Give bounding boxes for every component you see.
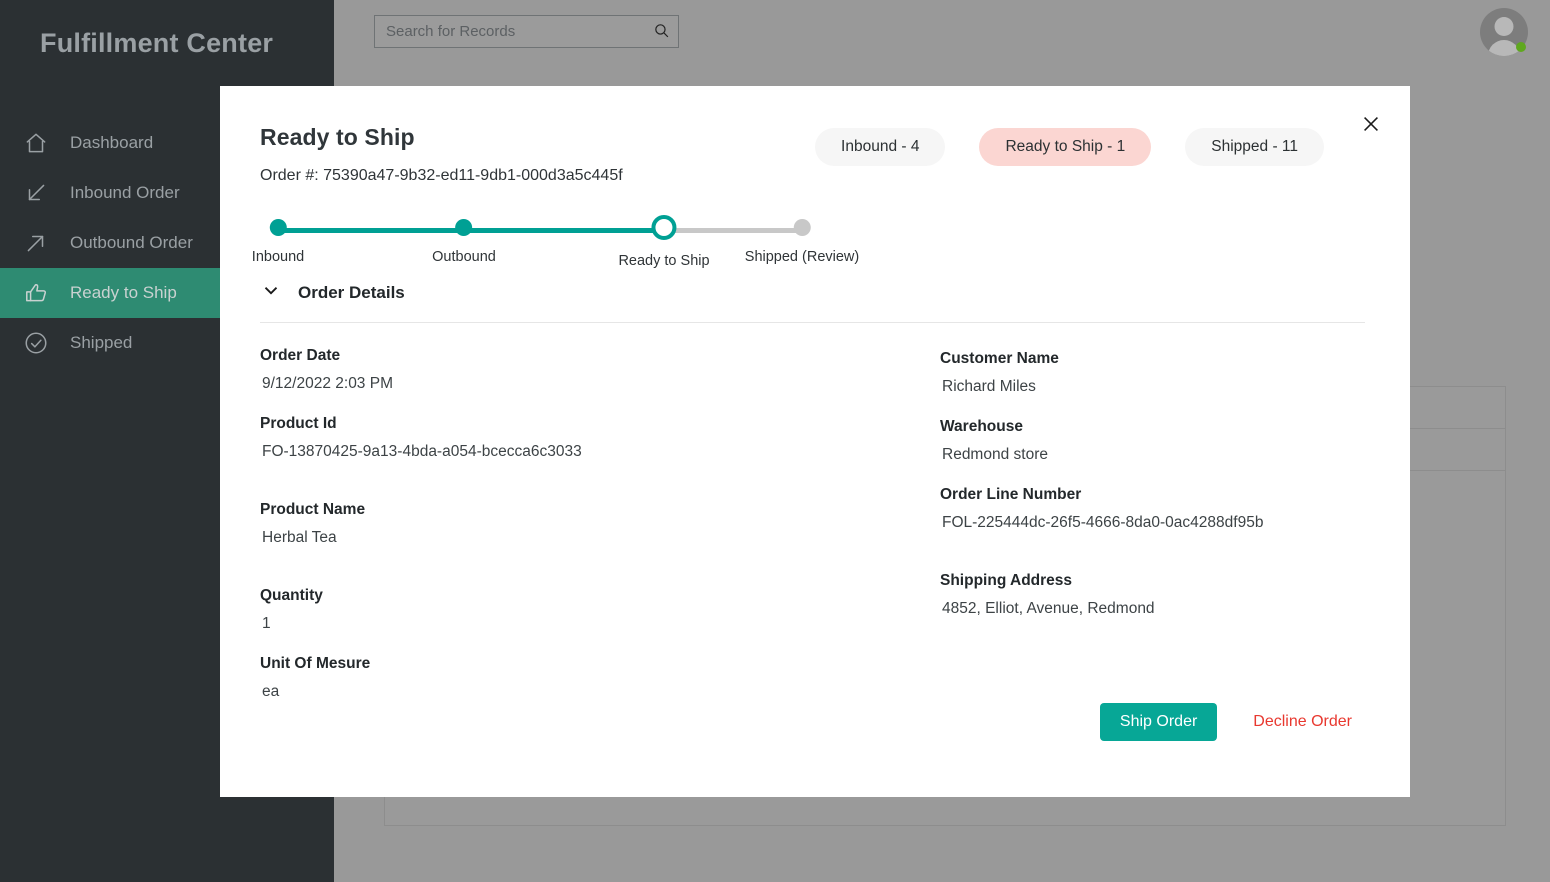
- stepper-dot-current: [652, 215, 677, 240]
- field-value: Richard Miles: [940, 368, 1370, 402]
- thumbs-up-icon: [22, 279, 50, 307]
- home-icon: [22, 129, 50, 157]
- arrow-up-right-icon: [22, 229, 50, 257]
- stepper-step-ready-to-ship[interactable]: Ready to Ship: [618, 215, 709, 269]
- presence-indicator: [1516, 42, 1526, 52]
- check-circle-icon: [22, 329, 50, 357]
- field-value: Redmond store: [940, 436, 1370, 470]
- stepper-dot-done: [455, 219, 472, 236]
- avatar-head: [1495, 17, 1514, 36]
- order-details-accordion[interactable]: Order Details: [260, 279, 1370, 306]
- field-value: 9/12/2022 2:03 PM: [260, 365, 940, 399]
- search-bar[interactable]: [374, 15, 679, 48]
- field-label: Shipping Address: [940, 562, 1370, 590]
- field-product-id: Product Id FO-13870425-9a13-4bda-a054-bc…: [260, 405, 940, 467]
- stepper-dot-todo: [793, 219, 810, 236]
- details-column-left: Order Date 9/12/2022 2:03 PM Product Id …: [260, 337, 940, 713]
- status-pill-inbound[interactable]: Inbound - 4: [815, 128, 945, 166]
- field-value: 1: [260, 605, 940, 639]
- search-button[interactable]: [644, 16, 678, 47]
- order-number: Order #: 75390a47-9b32-ed11-9db1-000d3a5…: [260, 167, 1370, 185]
- stepper-step-shipped-review[interactable]: Shipped (Review): [745, 215, 859, 265]
- sidebar-item-label: Dashboard: [70, 133, 153, 153]
- sidebar-item-label: Shipped: [70, 333, 132, 353]
- stepper-label: Inbound: [252, 249, 304, 265]
- field-warehouse: Warehouse Redmond store: [940, 408, 1370, 470]
- field-label: Product Id: [260, 405, 940, 433]
- details-column-right: Customer Name Richard Miles Warehouse Re…: [940, 337, 1370, 713]
- field-order-date: Order Date 9/12/2022 2:03 PM: [260, 337, 940, 399]
- field-label: Warehouse: [940, 408, 1370, 436]
- field-value: 4852, Elliot, Avenue, Redmond: [940, 590, 1370, 624]
- close-button[interactable]: [1354, 108, 1388, 142]
- field-label: Customer Name: [940, 340, 1370, 368]
- field-label: Order Date: [260, 337, 940, 365]
- field-order-line-number: Order Line Number FOL-225444dc-26f5-4666…: [940, 476, 1370, 538]
- field-label: Unit Of Mesure: [260, 645, 940, 673]
- decline-order-button[interactable]: Decline Order: [1253, 713, 1352, 731]
- modal-actions: Ship Order Decline Order: [1100, 703, 1352, 741]
- app-title: Fulfillment Center: [0, 0, 334, 86]
- order-details-grid: Order Date 9/12/2022 2:03 PM Product Id …: [260, 337, 1370, 713]
- stepper-label: Ready to Ship: [618, 253, 709, 269]
- field-unit-of-mesure: Unit Of Mesure ea: [260, 645, 940, 707]
- field-label: Quantity: [260, 577, 940, 605]
- search-input[interactable]: [375, 23, 644, 40]
- stepper-step-outbound[interactable]: Outbound: [432, 215, 496, 265]
- spacer: [940, 544, 1370, 562]
- order-progress-stepper: Inbound Outbound Ready to Ship Shipped (…: [260, 215, 820, 277]
- ship-order-button[interactable]: Ship Order: [1100, 703, 1217, 741]
- field-product-name: Product Name Herbal Tea: [260, 491, 940, 553]
- stepper-dot-done: [269, 219, 286, 236]
- stepper-step-inbound[interactable]: Inbound: [252, 215, 304, 265]
- status-pill-shipped[interactable]: Shipped - 11: [1185, 128, 1324, 166]
- status-pill-ready-to-ship[interactable]: Ready to Ship - 1: [979, 128, 1151, 166]
- field-shipping-address: Shipping Address 4852, Elliot, Avenue, R…: [940, 562, 1370, 624]
- chevron-down-icon: [260, 279, 282, 306]
- field-customer-name: Customer Name Richard Miles: [940, 340, 1370, 402]
- accordion-label: Order Details: [298, 283, 405, 303]
- top-bar: [334, 0, 1550, 86]
- search-icon: [653, 22, 670, 42]
- stepper-label: Outbound: [432, 249, 496, 265]
- spacer: [260, 559, 940, 577]
- section-divider: [260, 322, 1365, 323]
- field-label: Product Name: [260, 491, 940, 519]
- user-avatar-button[interactable]: [1480, 8, 1528, 56]
- field-value: Herbal Tea: [260, 519, 940, 553]
- order-detail-modal: Ready to Ship Order #: 75390a47-9b32-ed1…: [220, 86, 1410, 797]
- field-value: FOL-225444dc-26f5-4666-8da0-0ac4288df95b: [940, 504, 1370, 538]
- sidebar-item-label: Inbound Order: [70, 183, 180, 203]
- field-value: ea: [260, 673, 940, 707]
- sidebar-item-label: Outbound Order: [70, 233, 193, 253]
- sidebar-item-label: Ready to Ship: [70, 283, 177, 303]
- field-label: Order Line Number: [940, 476, 1370, 504]
- app-root: Fulfillment Center Dashboard Inbound Ord…: [0, 0, 1550, 882]
- status-pill-group: Inbound - 4 Ready to Ship - 1 Shipped - …: [815, 128, 1324, 166]
- stepper-label: Shipped (Review): [745, 249, 859, 265]
- field-quantity: Quantity 1: [260, 577, 940, 639]
- modal-header: Ready to Ship Order #: 75390a47-9b32-ed1…: [260, 124, 1370, 185]
- arrow-down-left-icon: [22, 179, 50, 207]
- field-value: FO-13870425-9a13-4bda-a054-bcecca6c3033: [260, 433, 940, 467]
- close-icon: [1360, 113, 1382, 138]
- spacer: [260, 473, 940, 491]
